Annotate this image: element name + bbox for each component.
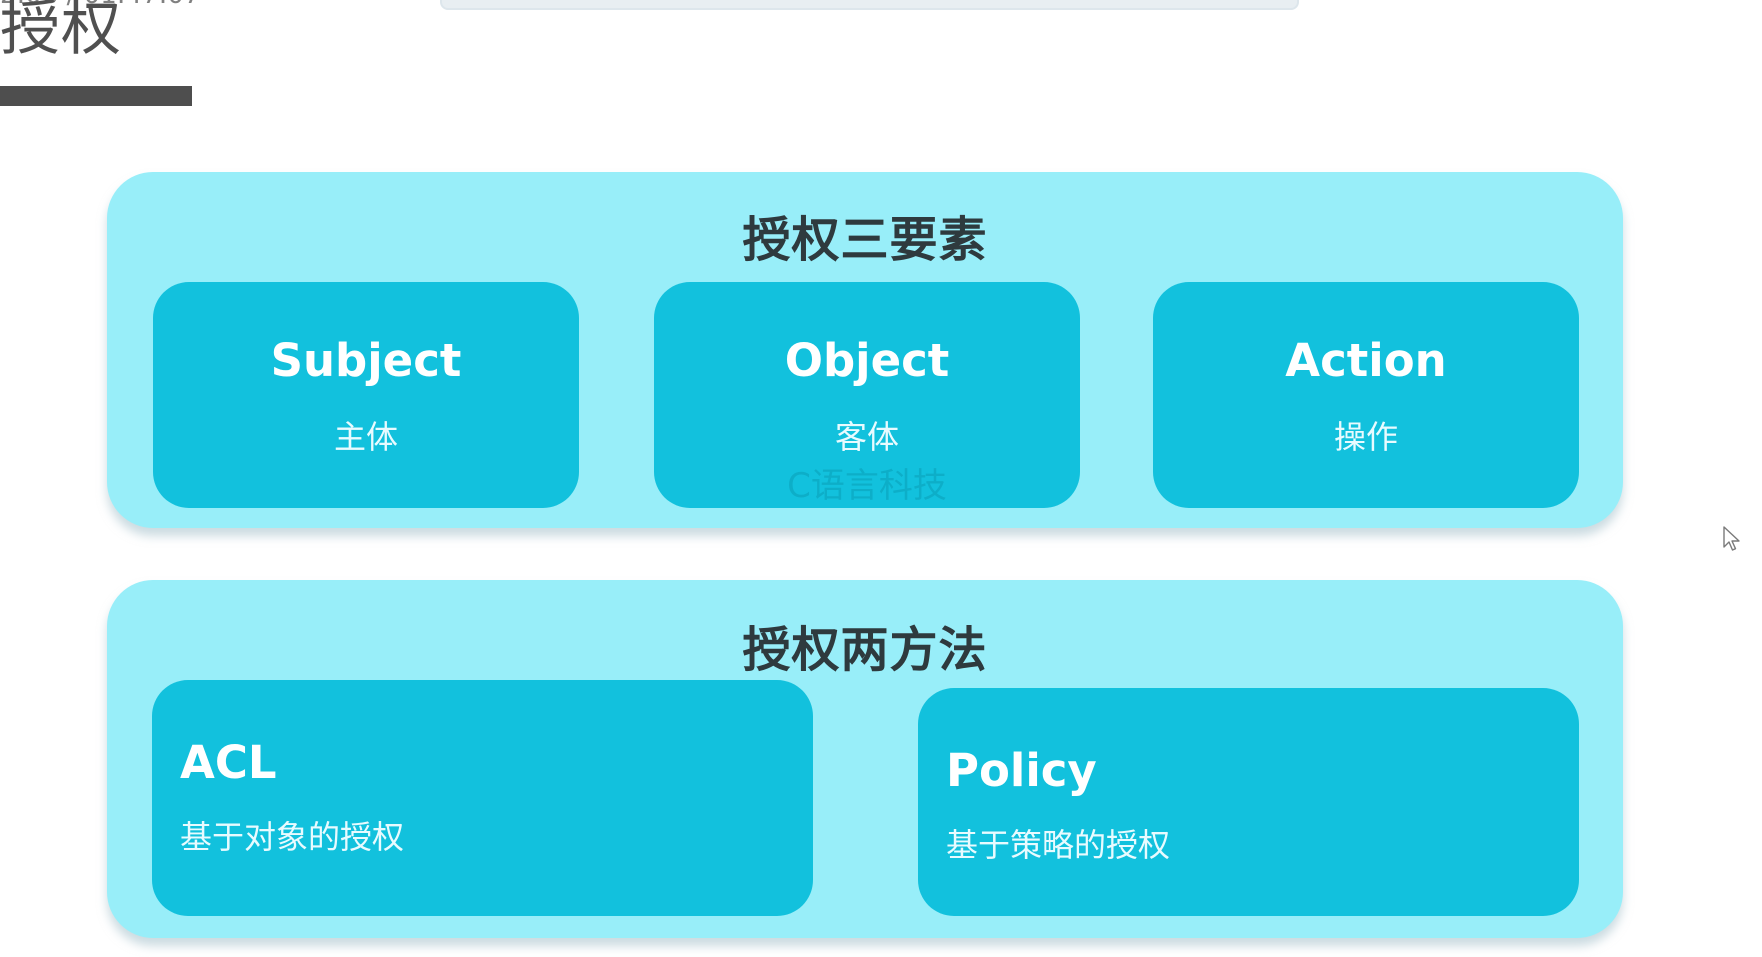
card-title: Policy <box>946 744 1097 797</box>
card-title: Object <box>784 334 950 387</box>
acl-card: ACL 基于对象的授权 <box>152 680 813 916</box>
subject-card: Subject 主体 <box>153 282 579 508</box>
slide: 2:06 / 01:47:07 授权 授权三要素 Subject 主体 Obje… <box>0 0 1762 957</box>
card-subtitle: 客体 <box>834 418 899 456</box>
policy-card: Policy 基于策略的授权 <box>918 688 1579 916</box>
authorization-elements-panel: 授权三要素 Subject 主体 Object 客体 C语言科技 Action … <box>107 172 1623 528</box>
card-title: Subject <box>270 334 462 387</box>
action-card: Action 操作 <box>1153 282 1579 508</box>
page-title: 授权 <box>0 0 122 64</box>
title-underline <box>0 86 192 106</box>
card-title: Action <box>1285 334 1447 387</box>
card-subtitle: 基于策略的授权 <box>946 826 1171 864</box>
mouse-pointer-icon <box>1723 526 1740 551</box>
object-card: Object 客体 C语言科技 <box>654 282 1080 508</box>
card-subtitle: 操作 <box>1333 418 1398 456</box>
authorization-methods-panel: 授权两方法 ACL 基于对象的授权 Policy 基于策略的授权 <box>107 580 1623 938</box>
panel-heading: 授权三要素 <box>742 212 988 268</box>
card-subtitle: 基于对象的授权 <box>180 818 405 856</box>
panel-heading: 授权两方法 <box>742 622 988 678</box>
card-subtitle: 主体 <box>333 418 398 456</box>
video-progress-bar[interactable] <box>440 0 1299 10</box>
card-title: ACL <box>180 736 277 789</box>
watermark: C语言科技 <box>787 466 947 506</box>
